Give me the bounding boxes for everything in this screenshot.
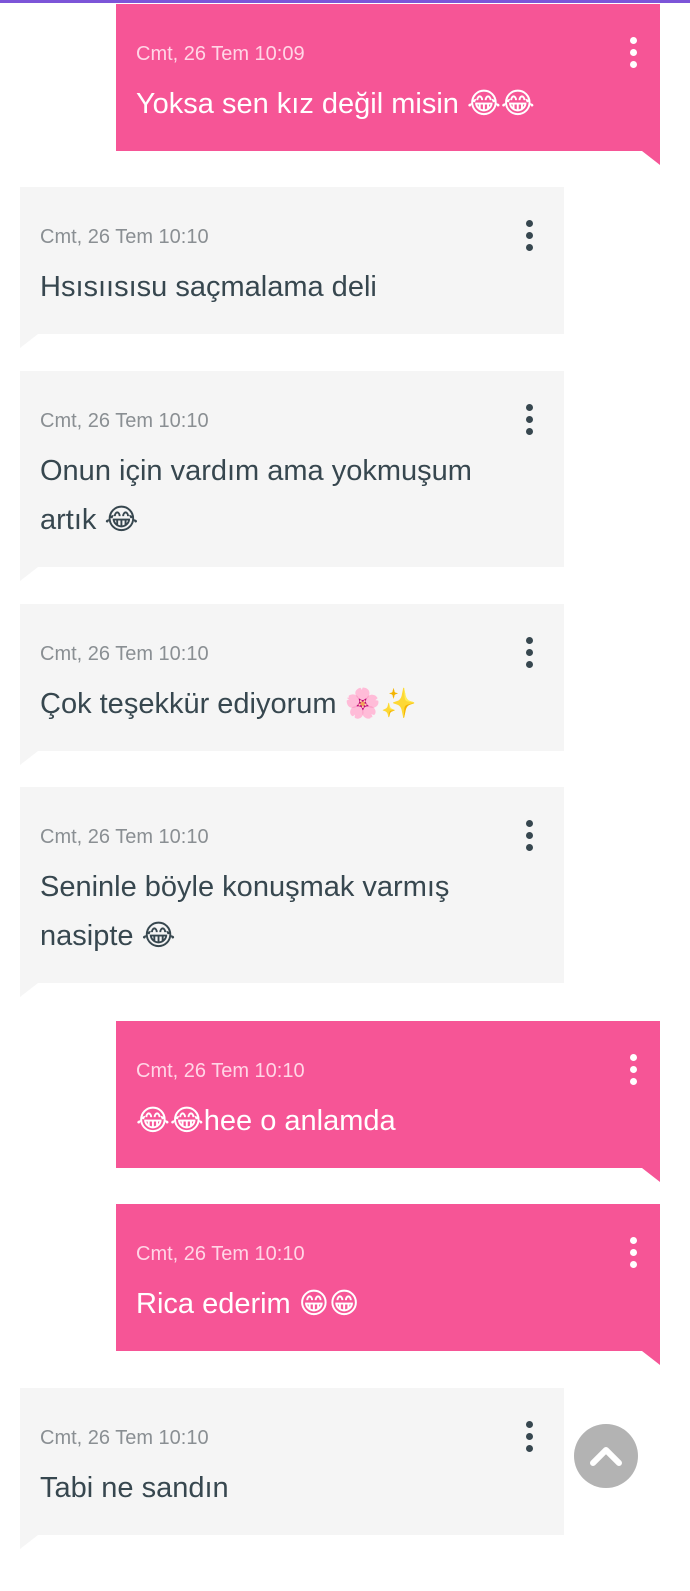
message-bubble-received[interactable]: Cmt, 26 Tem 10:10 Seninle böyle konuşmak… — [20, 787, 564, 997]
message-bubble-received[interactable]: Cmt, 26 Tem 10:10 Çok teşekkür ediyorum … — [20, 604, 564, 765]
more-vert-icon[interactable] — [514, 399, 544, 439]
message-timestamp: Cmt, 26 Tem 10:09 — [136, 43, 305, 65]
more-vert-icon[interactable] — [618, 1232, 648, 1272]
message-text: 😂😂hee o anlamda — [136, 1105, 396, 1137]
more-vert-icon[interactable] — [514, 815, 544, 855]
bubble-tail — [20, 1535, 38, 1549]
bubble-tail — [642, 1168, 660, 1182]
message-timestamp: Cmt, 26 Tem 10:10 — [40, 226, 209, 248]
message-timestamp: Cmt, 26 Tem 10:10 — [40, 1427, 209, 1449]
more-vert-icon[interactable] — [618, 1049, 648, 1089]
message-timestamp: Cmt, 26 Tem 10:10 — [40, 410, 209, 432]
more-vert-icon[interactable] — [514, 632, 544, 672]
message-bubble-received[interactable]: Cmt, 26 Tem 10:10 Tabi ne sandın — [20, 1388, 564, 1549]
message-bubble-sent[interactable]: Cmt, 26 Tem 10:10 Rica ederim 😁😁 — [116, 1204, 660, 1365]
message-text: Çok teşekkür ediyorum 🌸✨ — [40, 688, 417, 720]
top-accent-line — [0, 0, 690, 3]
message-bubble-sent[interactable]: Cmt, 26 Tem 10:09 Yoksa sen kız değil mi… — [116, 4, 660, 165]
more-vert-icon[interactable] — [618, 32, 648, 72]
bubble-tail — [20, 983, 38, 997]
more-vert-icon[interactable] — [514, 215, 544, 255]
bubble-tail — [20, 751, 38, 765]
bubble-tail — [20, 567, 38, 581]
more-vert-icon[interactable] — [514, 1416, 544, 1456]
message-timestamp: Cmt, 26 Tem 10:10 — [136, 1243, 305, 1265]
message-text: Onun için vardım ama yokmuşum artık 😂 — [40, 455, 472, 536]
message-text: Seninle böyle konuşmak varmış nasipte 😂 — [40, 871, 450, 952]
message-text: Hsısıısısu saçmalama deli — [40, 271, 377, 303]
message-bubble-received[interactable]: Cmt, 26 Tem 10:10 Hsısıısısu saçmalama d… — [20, 187, 564, 348]
chevron-up-icon — [590, 1447, 622, 1466]
message-text: Yoksa sen kız değil misin 😂😂 — [136, 88, 535, 120]
bubble-tail — [642, 1351, 660, 1365]
message-timestamp: Cmt, 26 Tem 10:10 — [136, 1060, 305, 1082]
message-bubble-sent[interactable]: Cmt, 26 Tem 10:10 😂😂hee o anlamda — [116, 1021, 660, 1182]
scroll-to-top-button[interactable] — [574, 1424, 638, 1488]
message-bubble-received[interactable]: Cmt, 26 Tem 10:10 Onun için vardım ama y… — [20, 371, 564, 581]
message-text: Rica ederim 😁😁 — [136, 1288, 360, 1320]
bubble-tail — [642, 151, 660, 165]
message-text: Tabi ne sandın — [40, 1472, 229, 1504]
bubble-tail — [20, 334, 38, 348]
message-timestamp: Cmt, 26 Tem 10:10 — [40, 826, 209, 848]
message-timestamp: Cmt, 26 Tem 10:10 — [40, 643, 209, 665]
